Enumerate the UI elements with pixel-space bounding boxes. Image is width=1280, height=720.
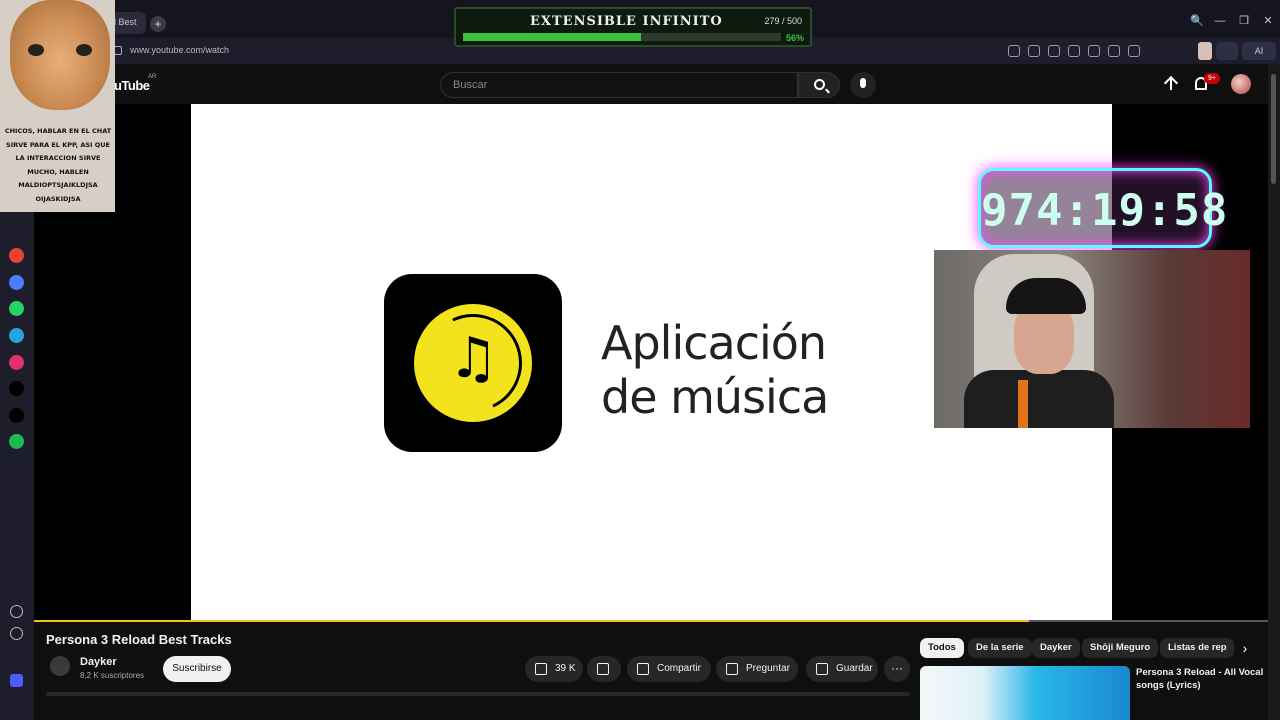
spotify-icon[interactable] bbox=[9, 434, 24, 449]
instagram-icon[interactable] bbox=[9, 355, 24, 370]
channel-name[interactable]: Dayker bbox=[80, 656, 117, 668]
youtube-logo[interactable]: uTube bbox=[114, 78, 150, 93]
related-video-title[interactable]: Persona 3 Reload - All Vocal songs (Lyri… bbox=[1136, 666, 1268, 692]
subscribe-button[interactable]: Suscribirse bbox=[163, 656, 231, 682]
like-button[interactable]: 39 K bbox=[525, 656, 583, 682]
shield-icon[interactable] bbox=[1048, 45, 1060, 57]
dislike-button[interactable] bbox=[587, 656, 621, 682]
bookmark-icon bbox=[816, 663, 828, 675]
like-count: 39 K bbox=[555, 663, 576, 674]
goal-count: 279 / 500 bbox=[764, 16, 802, 26]
home-icon[interactable] bbox=[10, 674, 23, 687]
share-icon bbox=[637, 663, 649, 675]
extensions-icon[interactable] bbox=[1216, 42, 1238, 60]
x-icon[interactable] bbox=[9, 408, 24, 423]
share-label: Compartir bbox=[657, 663, 701, 674]
goal-progress-bar bbox=[463, 33, 781, 41]
streamer-body bbox=[964, 370, 1114, 428]
download-icon[interactable] bbox=[1108, 45, 1120, 57]
camera-icon[interactable] bbox=[1028, 45, 1040, 57]
account-avatar[interactable] bbox=[1231, 74, 1251, 94]
browser-search-icon[interactable]: 🔍 bbox=[1190, 14, 1204, 28]
lock-icon[interactable] bbox=[114, 46, 122, 55]
related-filter-chips: Todos De la serie Dayker Shōji Meguro Li… bbox=[920, 638, 1254, 660]
whatsapp-icon[interactable] bbox=[9, 301, 24, 316]
video-slide-title-line2: de música bbox=[601, 370, 829, 424]
video-slide-title-line1: Aplicación bbox=[601, 316, 827, 370]
watch-metadata: Persona 3 Reload Best Tracks Dayker 8,2 … bbox=[34, 622, 1268, 720]
streamer-strap bbox=[1018, 380, 1028, 428]
music-note-icon: ♫ bbox=[448, 326, 499, 391]
goal-percent: 56% bbox=[785, 33, 804, 43]
play-icon[interactable] bbox=[1068, 45, 1080, 57]
youtube-header: uTube AR 9+ bbox=[34, 64, 1268, 104]
messenger-icon[interactable] bbox=[9, 275, 24, 290]
favorites-icon[interactable] bbox=[10, 605, 23, 618]
close-button[interactable]: ✕ bbox=[1262, 14, 1274, 28]
heart-icon[interactable] bbox=[1088, 45, 1100, 57]
window-controls: 🔍 — ❐ ✕ bbox=[1190, 14, 1274, 28]
streamer-cap bbox=[1006, 278, 1086, 314]
cat-overlay: CHICOS, HABLAR EN EL CHAT SIRVE PARA EL … bbox=[0, 0, 115, 212]
share-button[interactable]: Compartir bbox=[627, 656, 711, 682]
goal-title: EXTENSIBLE INFINITO bbox=[530, 14, 723, 29]
video-slide-title: Aplicación de música bbox=[601, 316, 829, 424]
cat-eye bbox=[76, 44, 92, 56]
voice-search-button[interactable] bbox=[850, 72, 876, 98]
search-icon bbox=[814, 79, 825, 90]
profile-icon[interactable] bbox=[1198, 42, 1212, 60]
more-actions-button[interactable]: ··· bbox=[884, 656, 910, 682]
subscriber-count: 8,2 K suscriptores bbox=[80, 671, 145, 680]
webcam-overlay bbox=[934, 250, 1250, 428]
thumbs-up-icon bbox=[535, 663, 547, 675]
timer-text: 974:19:58 bbox=[981, 185, 1229, 236]
edit-icon[interactable] bbox=[1008, 45, 1020, 57]
country-code: AR bbox=[148, 74, 157, 80]
cat-caption: CHICOS, HABLAR EN EL CHAT SIRVE PARA EL … bbox=[4, 127, 112, 203]
tiktok-icon[interactable] bbox=[9, 381, 24, 396]
minimize-button[interactable]: — bbox=[1214, 14, 1226, 28]
goal-overlay: EXTENSIBLE INFINITO 279 / 500 56% bbox=[454, 7, 812, 47]
search-box bbox=[440, 72, 798, 98]
channel-avatar[interactable] bbox=[50, 656, 70, 676]
menu-icon[interactable] bbox=[1128, 45, 1140, 57]
notifications-badge: 9+ bbox=[1204, 73, 1220, 84]
new-tab-button[interactable]: + bbox=[150, 16, 166, 32]
chip-dayker[interactable]: Dayker bbox=[1032, 638, 1080, 658]
search-button[interactable] bbox=[798, 72, 840, 98]
watch-title: Persona 3 Reload Best Tracks bbox=[46, 632, 232, 647]
save-label: Guardar bbox=[836, 663, 873, 674]
ask-button[interactable]: Preguntar bbox=[716, 656, 798, 682]
cat-image bbox=[10, 0, 110, 110]
toolbar-icons bbox=[1008, 45, 1140, 57]
save-button[interactable]: Guardar bbox=[806, 656, 878, 682]
chip-shoji-meguro[interactable]: Shōji Meguro bbox=[1082, 638, 1159, 658]
music-app-icon: ♫ bbox=[384, 274, 562, 452]
related-video-thumbnail[interactable] bbox=[920, 666, 1130, 720]
goal-progress-fill bbox=[463, 33, 642, 41]
ai-button[interactable]: AI bbox=[1242, 42, 1276, 60]
ask-label: Preguntar bbox=[746, 663, 790, 674]
screen: ad Best + 🔍 — ❐ ✕ www.youtube.com/watch … bbox=[0, 0, 1280, 720]
gmail-icon[interactable] bbox=[9, 248, 24, 263]
history-icon[interactable] bbox=[10, 627, 23, 640]
upload-icon[interactable] bbox=[1164, 76, 1178, 92]
telegram-icon[interactable] bbox=[9, 328, 24, 343]
chevron-right-icon[interactable]: › bbox=[1238, 640, 1252, 656]
address-bar-url[interactable]: www.youtube.com/watch bbox=[130, 45, 229, 55]
search-input[interactable] bbox=[453, 79, 783, 91]
description-box[interactable] bbox=[46, 692, 910, 696]
thumbs-down-icon bbox=[597, 663, 609, 675]
music-disc-icon: ♫ bbox=[410, 300, 536, 426]
page-scrollbar[interactable] bbox=[1268, 64, 1280, 720]
chip-todos[interactable]: Todos bbox=[920, 638, 964, 658]
sparkle-icon bbox=[726, 663, 738, 675]
chip-listas[interactable]: Listas de rep bbox=[1160, 638, 1234, 658]
cat-eye bbox=[28, 44, 44, 56]
countdown-timer: 974:19:58 bbox=[978, 168, 1229, 248]
chip-de-la-serie[interactable]: De la serie bbox=[968, 638, 1032, 658]
scrollbar-thumb[interactable] bbox=[1271, 74, 1276, 184]
restore-button[interactable]: ❐ bbox=[1238, 14, 1250, 28]
